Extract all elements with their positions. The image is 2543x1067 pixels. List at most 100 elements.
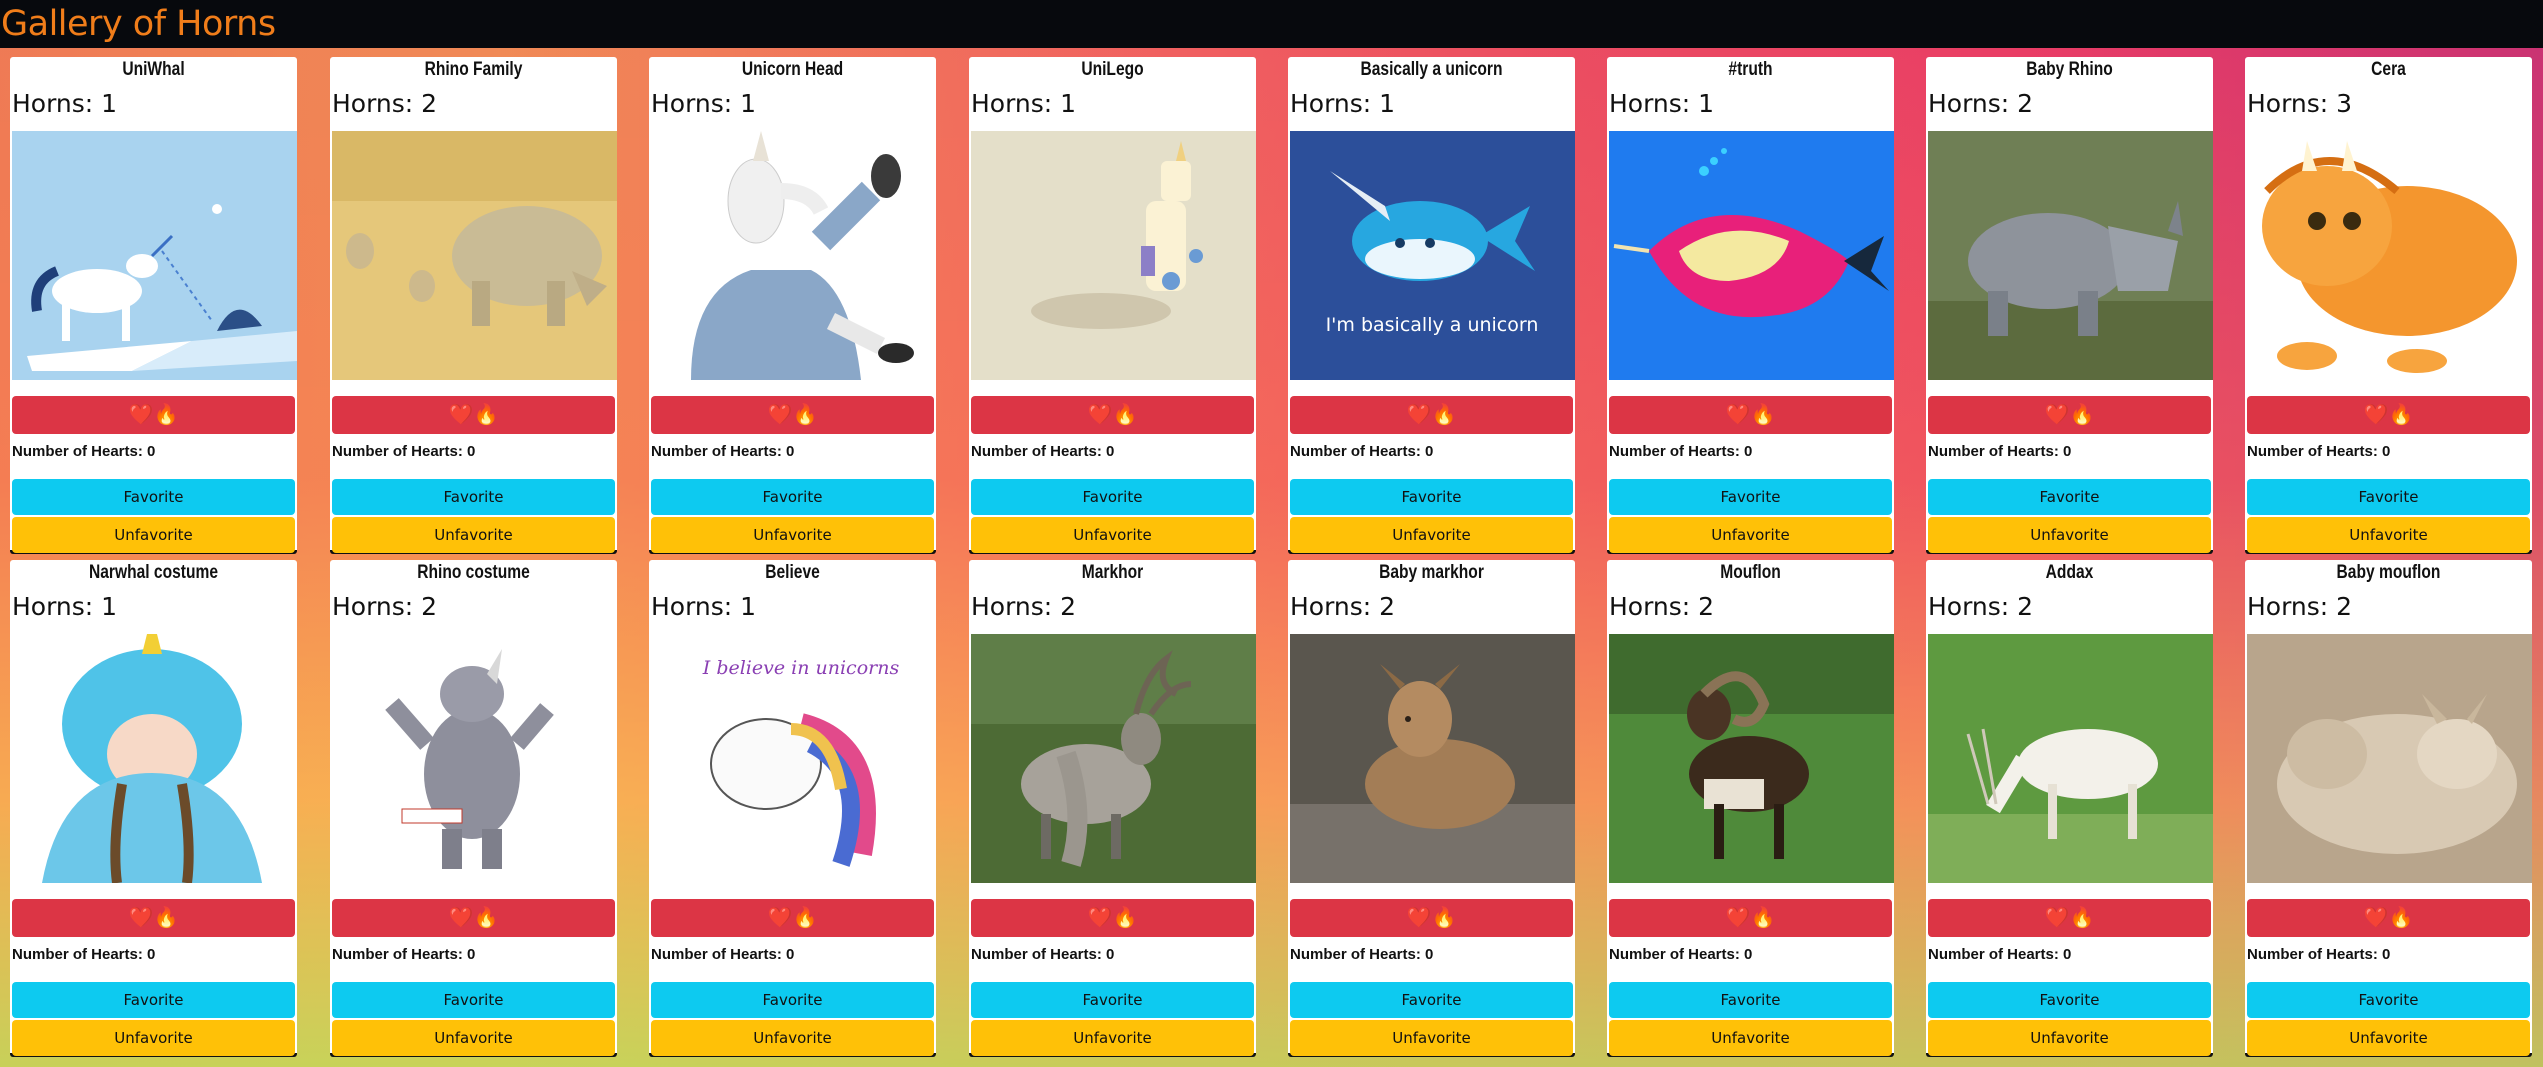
heart-fire-icon: ❤️🔥 <box>1406 404 1457 426</box>
beast-image[interactable] <box>2247 634 2532 883</box>
beast-title: Rhino Family <box>424 59 523 80</box>
favorite-button[interactable]: Favorite <box>12 479 295 515</box>
unfavorite-button[interactable]: Unfavorite <box>1928 517 2211 553</box>
beast-title: Baby Rhino <box>2026 59 2113 80</box>
hearts-count: Number of Hearts: 0 <box>651 443 795 460</box>
unfavorite-button[interactable]: Unfavorite <box>332 517 615 553</box>
beast-image[interactable] <box>651 131 936 380</box>
heart-button[interactable]: ❤️🔥 <box>12 396 295 434</box>
favorite-button[interactable]: Favorite <box>2247 982 2530 1018</box>
beast-image[interactable]: I believe in unicorns <box>651 634 936 883</box>
beast-title: Baby mouflon <box>2336 562 2441 583</box>
hearts-count: Number of Hearts: 0 <box>1290 946 1434 963</box>
hearts-count: Number of Hearts: 0 <box>332 443 476 460</box>
beast-card: #truth Horns: 1 ❤️🔥 Number of Hearts: 0 … <box>1607 57 1894 554</box>
unfavorite-button[interactable]: Unfavorite <box>971 1020 1254 1056</box>
favorite-button[interactable]: Favorite <box>971 479 1254 515</box>
heart-button[interactable]: ❤️🔥 <box>651 396 934 434</box>
hearts-count: Number of Hearts: 0 <box>2247 443 2391 460</box>
beast-title: #truth <box>1728 59 1773 80</box>
favorite-button[interactable]: Favorite <box>651 982 934 1018</box>
horns-count: Horns: 1 <box>1609 89 1715 118</box>
unfavorite-button[interactable]: Unfavorite <box>1928 1020 2211 1056</box>
heart-button[interactable]: ❤️🔥 <box>971 396 1254 434</box>
favorite-button[interactable]: Favorite <box>1290 479 1573 515</box>
favorite-button[interactable]: Favorite <box>12 982 295 1018</box>
heart-button[interactable]: ❤️🔥 <box>1928 396 2211 434</box>
beast-card: Rhino Family Horns: 2 ❤️🔥 Number of Hear… <box>330 57 617 554</box>
unfavorite-button[interactable]: Unfavorite <box>12 1020 295 1056</box>
beast-image[interactable] <box>1290 634 1575 883</box>
beast-image[interactable] <box>332 131 617 380</box>
unfavorite-button[interactable]: Unfavorite <box>1290 1020 1573 1056</box>
heart-button[interactable]: ❤️🔥 <box>1928 899 2211 937</box>
heart-button[interactable]: ❤️🔥 <box>1290 899 1573 937</box>
unfavorite-button[interactable]: Unfavorite <box>1609 517 1892 553</box>
favorite-button[interactable]: Favorite <box>1609 982 1892 1018</box>
heart-button[interactable]: ❤️🔥 <box>2247 396 2530 434</box>
favorite-button[interactable]: Favorite <box>971 982 1254 1018</box>
page-title: Gallery of Horns <box>1 4 276 44</box>
unfavorite-button[interactable]: Unfavorite <box>332 1020 615 1056</box>
heart-fire-icon: ❤️🔥 <box>2363 907 2414 929</box>
beast-card: Baby Rhino Horns: 2 ❤️🔥 Number of Hearts… <box>1926 57 2213 554</box>
heart-fire-icon: ❤️🔥 <box>2363 404 2414 426</box>
heart-button[interactable]: ❤️🔥 <box>651 899 934 937</box>
heart-fire-icon: ❤️🔥 <box>128 907 179 929</box>
beast-image[interactable] <box>971 634 1256 883</box>
beast-card: Markhor Horns: 2 ❤️🔥 Number of Hearts: 0… <box>969 560 1256 1057</box>
unfavorite-button[interactable]: Unfavorite <box>1290 517 1573 553</box>
beast-image[interactable] <box>1609 634 1894 883</box>
unfavorite-button[interactable]: Unfavorite <box>12 517 295 553</box>
heart-button[interactable]: ❤️🔥 <box>332 899 615 937</box>
heart-button[interactable]: ❤️🔥 <box>1609 396 1892 434</box>
unfavorite-button[interactable]: Unfavorite <box>1609 1020 1892 1056</box>
unfavorite-button[interactable]: Unfavorite <box>971 517 1254 553</box>
hearts-count: Number of Hearts: 0 <box>1290 443 1434 460</box>
beast-card: Narwhal costume Horns: 1 ❤️🔥 Number of H… <box>10 560 297 1057</box>
image-caption: I'm basically a unicorn <box>1326 314 1539 336</box>
beast-image[interactable] <box>971 131 1256 380</box>
favorite-button[interactable]: Favorite <box>332 479 615 515</box>
heart-button[interactable]: ❤️🔥 <box>1609 899 1892 937</box>
favorite-button[interactable]: Favorite <box>1290 982 1573 1018</box>
beast-image[interactable] <box>1928 634 2213 883</box>
heart-button[interactable]: ❤️🔥 <box>12 899 295 937</box>
beast-image[interactable]: I'm basically a unicorn <box>1290 131 1575 380</box>
hearts-count: Number of Hearts: 0 <box>1609 946 1753 963</box>
heart-fire-icon: ❤️🔥 <box>2044 404 2095 426</box>
beast-card: Believe Horns: 1 I believe in unicorns ❤… <box>649 560 936 1057</box>
horned-beasts-gallery: UniWhal Horns: 1 ❤️🔥 Number of Hearts: 0… <box>0 57 2543 1067</box>
heart-button[interactable]: ❤️🔥 <box>332 396 615 434</box>
unfavorite-button[interactable]: Unfavorite <box>651 517 934 553</box>
horns-count: Horns: 1 <box>12 592 118 621</box>
favorite-button[interactable]: Favorite <box>1928 479 2211 515</box>
beast-image[interactable] <box>12 131 297 380</box>
unfavorite-button[interactable]: Unfavorite <box>651 1020 934 1056</box>
beast-image[interactable] <box>1928 131 2213 380</box>
favorite-button[interactable]: Favorite <box>2247 479 2530 515</box>
hearts-count: Number of Hearts: 0 <box>1609 443 1753 460</box>
beast-image[interactable] <box>332 634 617 883</box>
unfavorite-button[interactable]: Unfavorite <box>2247 1020 2530 1056</box>
beast-card: Rhino costume Horns: 2 ❤️🔥 Number of Hea… <box>330 560 617 1057</box>
heart-fire-icon: ❤️🔥 <box>128 404 179 426</box>
beast-image[interactable] <box>1609 131 1894 380</box>
beast-image[interactable] <box>12 634 297 883</box>
beast-image[interactable] <box>2247 131 2532 380</box>
heart-button[interactable]: ❤️🔥 <box>1290 396 1573 434</box>
unfavorite-button[interactable]: Unfavorite <box>2247 517 2530 553</box>
app-header: Gallery of Horns <box>0 0 2543 48</box>
beast-card: Baby markhor Horns: 2 ❤️🔥 Number of Hear… <box>1288 560 1575 1057</box>
favorite-button[interactable]: Favorite <box>651 479 934 515</box>
heart-button[interactable]: ❤️🔥 <box>971 899 1254 937</box>
favorite-button[interactable]: Favorite <box>1928 982 2211 1018</box>
horns-count: Horns: 2 <box>1928 89 2034 118</box>
beast-card: Mouflon Horns: 2 ❤️🔥 Number of Hearts: 0… <box>1607 560 1894 1057</box>
heart-fire-icon: ❤️🔥 <box>1725 907 1776 929</box>
heart-button[interactable]: ❤️🔥 <box>2247 899 2530 937</box>
beast-card: Basically a unicorn Horns: 1 I'm basical… <box>1288 57 1575 554</box>
favorite-button[interactable]: Favorite <box>1609 479 1892 515</box>
favorite-button[interactable]: Favorite <box>332 982 615 1018</box>
beast-title: Addax <box>2045 562 2094 583</box>
